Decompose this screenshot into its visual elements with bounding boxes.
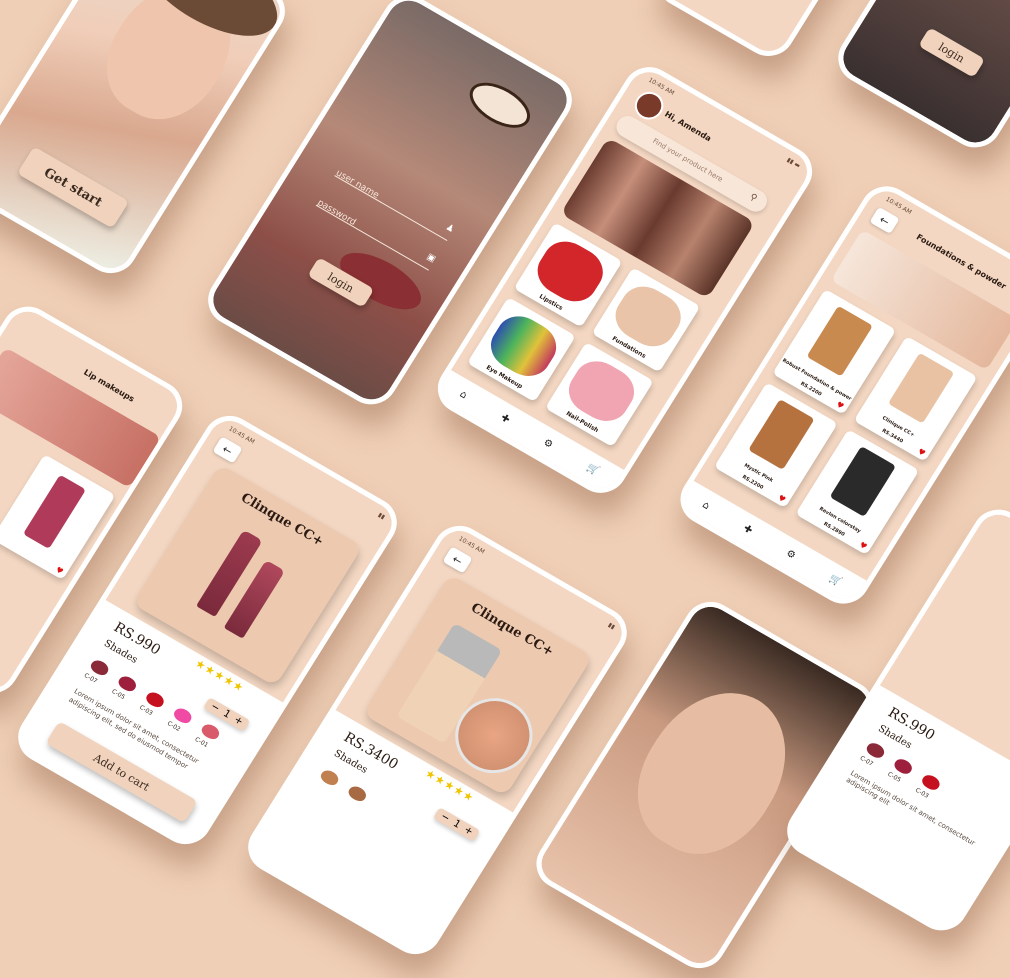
phone-top-fragment xyxy=(647,0,863,66)
user-icon: ♟ xyxy=(443,222,456,235)
shade-label: C-05 xyxy=(886,770,903,784)
cart-icon[interactable]: 🛒 xyxy=(827,572,844,588)
quantity-value: 1 xyxy=(221,708,233,721)
shade-label: C-03 xyxy=(913,786,930,800)
decrement-button[interactable]: − xyxy=(209,701,222,715)
shade-label: C-07 xyxy=(82,672,99,686)
shade-label: C-05 xyxy=(110,688,127,702)
plus-icon[interactable]: ✚ xyxy=(499,412,512,426)
decrement-button[interactable]: − xyxy=(439,811,452,825)
login-screen: login xyxy=(835,0,1010,151)
login-button[interactable]: login xyxy=(918,27,986,78)
cart-icon[interactable]: 🛒 xyxy=(585,462,602,478)
shade-label: C-01 xyxy=(193,736,210,750)
increment-button[interactable]: + xyxy=(462,824,475,838)
plus-icon[interactable]: ✚ xyxy=(741,523,754,537)
product-image xyxy=(829,446,897,517)
home-icon[interactable]: ⌂ xyxy=(458,388,469,401)
product-card[interactable]: ♥ xyxy=(0,454,116,580)
product-image xyxy=(748,399,815,470)
portrait-face xyxy=(611,667,815,877)
shade-swatch[interactable] xyxy=(318,767,341,788)
shade-swatch[interactable] xyxy=(346,783,369,804)
shade-label: C-03 xyxy=(138,704,154,718)
bell-icon[interactable]: ⚙ xyxy=(784,547,798,561)
fragment-screen xyxy=(654,0,856,59)
product-image xyxy=(806,305,873,377)
heart-icon[interactable]: ♥ xyxy=(54,565,65,576)
bell-icon[interactable]: ⚙ xyxy=(541,437,555,451)
username-placeholder: user name xyxy=(333,168,381,201)
back-arrow-icon[interactable]: ← xyxy=(869,206,900,235)
status-icons: ▮▮ ▬ xyxy=(785,156,802,170)
eye-shape xyxy=(461,73,539,138)
lock-icon: ▣ xyxy=(424,251,438,265)
phone-login-fragment: login xyxy=(828,0,1010,157)
lip-banner xyxy=(0,347,162,489)
product-image xyxy=(22,474,87,550)
shade-label: C-02 xyxy=(165,720,182,734)
shade-label: C-07 xyxy=(858,754,875,768)
increment-button[interactable]: + xyxy=(232,714,245,728)
home-icon[interactable]: ⌂ xyxy=(700,499,711,512)
password-placeholder: password xyxy=(315,198,358,228)
quantity-stepper[interactable]: −1 + xyxy=(432,807,481,842)
quantity-value: 1 xyxy=(451,818,463,831)
product-image xyxy=(887,352,955,424)
username-field[interactable]: user name ♟ xyxy=(333,161,456,241)
